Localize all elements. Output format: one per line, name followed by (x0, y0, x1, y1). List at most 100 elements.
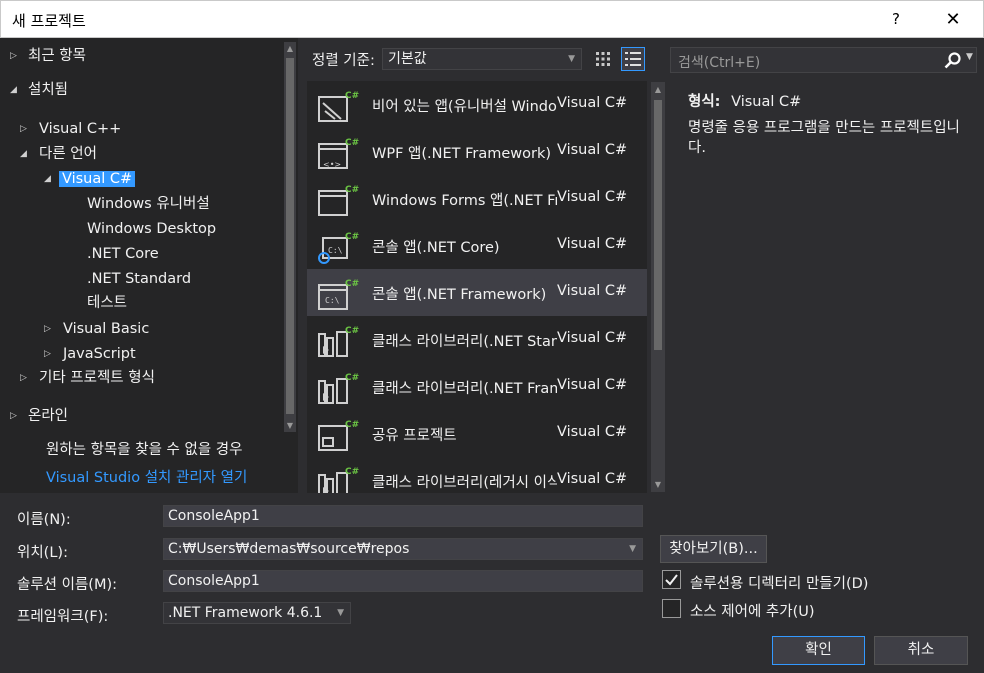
description-type-value: Visual C# (731, 94, 802, 110)
framework-label: 프레임워크(F): (17, 609, 109, 625)
scroll-up-icon[interactable]: ▲ (651, 85, 665, 94)
expand-arrow-icon[interactable]: ▷ (20, 366, 27, 390)
chevron-down-icon[interactable]: ▼ (966, 52, 973, 62)
template-item[interactable]: C# 비어 있는 앱(유니버설 Windows)Visual C# (307, 81, 647, 128)
sort-bar: 정렬 기준: 기본값 ▼ (298, 38, 670, 80)
tree-item-javascript[interactable]: ▷ JavaScript (44, 342, 136, 366)
tree-item-visual-basic[interactable]: ▷ Visual Basic (44, 317, 149, 341)
tree-item-label: 설치됨 (28, 82, 69, 98)
expand-arrow-icon[interactable]: ▷ (44, 317, 51, 341)
collapse-arrow-icon[interactable]: ◢ (20, 142, 27, 166)
svg-text:C#: C# (345, 91, 359, 101)
grid-view-icon[interactable] (591, 47, 615, 71)
tree-item-label: 다른 언어 (39, 146, 97, 162)
ok-button[interactable]: 확인 (772, 636, 865, 665)
template-language: Visual C# (557, 424, 628, 440)
search-icon[interactable] (943, 51, 963, 71)
browse-button[interactable]: 찾아보기(B)... (660, 535, 767, 563)
svg-text:C:\: C:\ (328, 246, 343, 255)
collapse-arrow-icon[interactable]: ◢ (10, 78, 17, 102)
expand-arrow-icon[interactable]: ▷ (10, 44, 17, 68)
template-item[interactable]: C# 클래스 라이브러리(.NET Standard)Visual C# (307, 316, 647, 363)
search-input[interactable]: 검색(Ctrl+E) (678, 52, 760, 72)
template-item[interactable]: C:\ C# 콘솔 앱(.NET Framework) Visual C# (307, 269, 647, 316)
template-item[interactable]: C# 클래스 라이브러리(.NET Framework)Visual C# (307, 363, 647, 410)
collapse-arrow-icon[interactable]: ◢ (44, 167, 51, 191)
tree-item-installed[interactable]: ◢ 설치됨 (10, 78, 68, 102)
list-view-icon[interactable] (621, 47, 645, 71)
svg-text:C#: C# (345, 467, 359, 477)
tree-item-label: 온라인 (28, 408, 69, 424)
blank-app-icon: C# (315, 89, 359, 125)
svg-text:C#: C# (345, 232, 359, 242)
tree-item-windows-universal[interactable]: Windows 유니버설 (87, 192, 210, 216)
shared-project-icon: C# (315, 418, 359, 454)
console-core-icon: C:\ C# (315, 230, 359, 266)
tree-item-windows-desktop[interactable]: Windows Desktop (87, 217, 216, 241)
svg-text:C#: C# (345, 185, 359, 195)
cancel-button[interactable]: 취소 (874, 636, 968, 665)
close-button[interactable]: ✕ (930, 1, 976, 38)
tree-item-label: 기타 프로젝트 형식 (39, 370, 155, 386)
template-list-scrollbar[interactable]: ▲ ▼ (651, 82, 665, 492)
scroll-thumb[interactable] (654, 100, 662, 350)
tree-item-label: 최근 항목 (28, 48, 86, 64)
tree-item-recent[interactable]: ▷ 최근 항목 (10, 44, 86, 68)
svg-text:<•>: <•> (323, 160, 341, 169)
template-item[interactable]: C# 공유 프로젝트 Visual C# (307, 410, 647, 457)
chevron-down-icon[interactable]: ▼ (629, 539, 636, 559)
expand-arrow-icon[interactable]: ▷ (20, 117, 27, 141)
tree-item-online[interactable]: ▷ 온라인 (10, 404, 68, 428)
template-item[interactable]: C# 클래스 라이브러리(레거시 이식 가능)Visual C# (307, 457, 647, 493)
name-input[interactable]: ConsoleApp1 (163, 505, 643, 527)
location-input[interactable]: C:₩Users₩demas₩source₩repos ▼ (163, 538, 643, 560)
template-item[interactable]: C# Windows Forms 앱(.NET Framework)Visual … (307, 175, 647, 222)
sort-select[interactable]: 기본값 ▼ (382, 48, 582, 70)
location-value: C:₩Users₩demas₩source₩repos (168, 541, 410, 557)
tree-scrollbar[interactable]: ▲ ▼ (284, 42, 296, 432)
window-title: 새 프로젝트 (12, 12, 86, 30)
expand-arrow-icon[interactable]: ▷ (44, 342, 51, 366)
description-text: 명령줄 응용 프로그램을 만드는 프로젝트입니다. (688, 120, 960, 156)
open-installer-link[interactable]: Visual Studio 설치 관리자 열기 (46, 466, 247, 490)
template-item[interactable]: C:\ C# 콘솔 앱(.NET Core) Visual C# (307, 222, 647, 269)
source-control-checkbox[interactable] (662, 599, 681, 618)
scroll-down-icon[interactable]: ▼ (284, 421, 296, 430)
sort-select-value: 기본값 (388, 51, 427, 67)
template-language: Visual C# (557, 330, 628, 346)
help-button[interactable]: ? (873, 1, 919, 38)
class-library-icon: C# (315, 371, 359, 407)
template-list: C#비어 있는 앱(유니버설 Windows)Visual C#<•>C#WPF… (307, 81, 647, 493)
description-type-key: 형식: (688, 94, 721, 110)
expand-arrow-icon[interactable]: ▷ (10, 404, 17, 428)
scroll-down-icon[interactable]: ▼ (651, 480, 665, 489)
framework-value: .NET Framework 4.6.1 (168, 605, 323, 621)
description-type: 형식: Visual C# (688, 90, 801, 111)
name-label: 이름(N): (17, 512, 71, 528)
svg-text:C#: C# (345, 138, 359, 148)
create-directory-label[interactable]: 솔루션용 디렉터리 만들기(D) (690, 572, 868, 593)
class-library-icon: C# (315, 324, 359, 360)
tree-item-other-languages[interactable]: ◢ 다른 언어 (20, 142, 97, 166)
winforms-app-icon: C# (315, 183, 359, 219)
scroll-thumb[interactable] (286, 58, 294, 414)
template-name: 클래스 라이브러리(.NET Framework) (372, 381, 557, 397)
solution-name-input[interactable]: ConsoleApp1 (163, 570, 643, 592)
scroll-up-icon[interactable]: ▲ (284, 44, 296, 53)
tree-item-visual-csharp[interactable]: ◢ Visual C# (44, 167, 136, 191)
template-language: Visual C# (557, 283, 628, 299)
chevron-down-icon: ▼ (568, 54, 575, 64)
source-control-label[interactable]: 소스 제어에 추가(U) (690, 600, 815, 621)
search-box[interactable]: 검색(Ctrl+E) ▼ (670, 47, 977, 73)
template-item[interactable]: <•> C# WPF 앱(.NET Framework) Visual C# (307, 128, 647, 175)
tree-item-test[interactable]: 테스트 (87, 291, 127, 315)
tree-item-net-core[interactable]: .NET Core (87, 242, 159, 266)
framework-select[interactable]: .NET Framework 4.6.1 ▼ (163, 602, 351, 624)
create-directory-checkbox[interactable] (662, 570, 681, 589)
tree-item-other-project-types[interactable]: ▷ 기타 프로젝트 형식 (20, 366, 155, 390)
tree-item-net-standard[interactable]: .NET Standard (87, 267, 191, 291)
tree-item-visual-cpp[interactable]: ▷ Visual C++ (20, 117, 121, 141)
template-tree: ▷ 최근 항목 ◢ 설치됨 ▷ Visual C++ ◢ 다른 언어 ◢ Vis… (0, 38, 298, 493)
location-label: 위치(L): (17, 545, 68, 561)
template-name: 클래스 라이브러리(레거시 이식 가능) (372, 475, 557, 491)
